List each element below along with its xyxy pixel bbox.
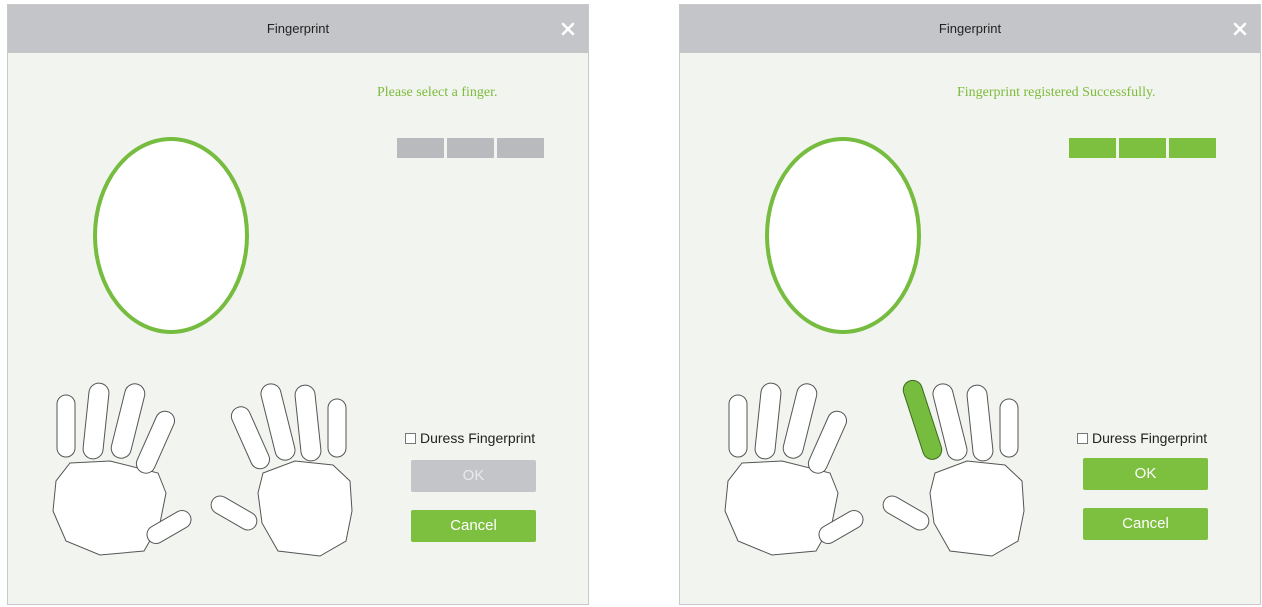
right-ring[interactable]	[294, 384, 322, 462]
left-pinky[interactable]	[56, 394, 76, 458]
duress-fingerprint-option[interactable]: Duress Fingerprint	[1077, 430, 1207, 446]
status-message: Fingerprint registered Successfully.	[957, 85, 1156, 100]
left-ring[interactable]	[82, 382, 110, 460]
fingerprint-scan-area	[93, 137, 249, 334]
right-ring[interactable]	[966, 384, 994, 462]
fingerprint-dialog-select: Fingerprint Please select a finger. Dure…	[7, 4, 589, 605]
fingerprint-dialog-success: Fingerprint Fingerprint registered Succe…	[679, 4, 1261, 605]
left-ring[interactable]	[754, 382, 782, 460]
fingerprint-scan-area	[765, 137, 921, 334]
ok-button[interactable]: OK	[411, 460, 536, 492]
right-palm[interactable]	[257, 460, 353, 557]
dialog-title-bar: Fingerprint	[680, 5, 1260, 53]
hands-diagram	[52, 382, 353, 557]
right-thumb[interactable]	[208, 493, 260, 534]
left-hand	[52, 382, 192, 556]
close-icon[interactable]	[558, 19, 578, 39]
left-middle[interactable]	[781, 382, 819, 461]
progress-segment-1	[397, 138, 444, 158]
right-thumb[interactable]	[880, 493, 932, 534]
ok-button[interactable]: OK	[1083, 458, 1208, 490]
left-index[interactable]	[133, 408, 177, 476]
right-pinky[interactable]	[999, 398, 1019, 458]
cancel-button[interactable]: Cancel	[1083, 508, 1208, 540]
duress-fingerprint-option[interactable]: Duress Fingerprint	[405, 430, 535, 446]
progress-segment-2	[1119, 138, 1166, 158]
left-index[interactable]	[805, 408, 849, 476]
progress-segment-3	[1169, 138, 1216, 158]
dialog-title-bar: Fingerprint	[8, 5, 588, 53]
progress-segment-1	[1069, 138, 1116, 158]
dialog-title: Fingerprint	[938, 21, 1002, 36]
left-pinky[interactable]	[728, 394, 748, 458]
hands-diagram	[724, 379, 1025, 557]
progress-segment-3	[497, 138, 544, 158]
right-palm[interactable]	[929, 460, 1025, 557]
duress-checkbox[interactable]	[1077, 432, 1088, 444]
duress-label: Duress Fingerprint	[420, 430, 536, 446]
duress-checkbox[interactable]	[405, 432, 416, 444]
cancel-button[interactable]: Cancel	[411, 510, 536, 542]
left-middle[interactable]	[109, 382, 147, 461]
right-hand	[880, 379, 1025, 557]
enroll-progress	[397, 138, 544, 158]
close-icon[interactable]	[1230, 19, 1250, 39]
right-hand	[208, 383, 353, 557]
duress-label: Duress Fingerprint	[1092, 430, 1208, 446]
dialog-title: Fingerprint	[266, 21, 330, 36]
right-pinky[interactable]	[327, 398, 347, 458]
status-message: Please select a finger.	[377, 85, 498, 100]
enroll-progress	[1069, 138, 1216, 158]
left-hand	[724, 382, 864, 556]
progress-segment-2	[447, 138, 494, 158]
